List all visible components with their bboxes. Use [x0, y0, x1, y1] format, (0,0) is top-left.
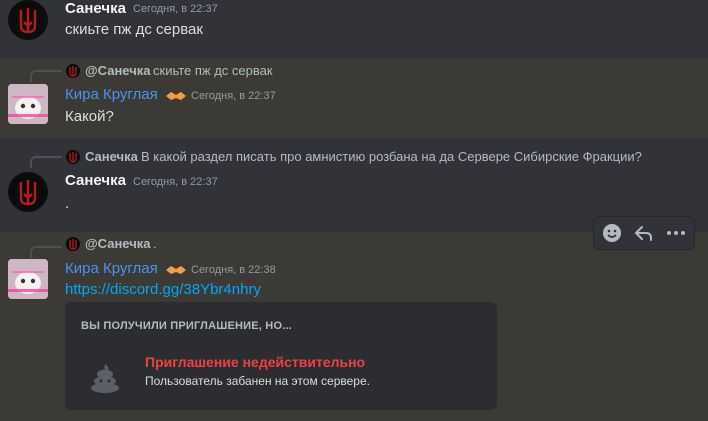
reply-author[interactable]: @Санечка — [85, 236, 151, 252]
timestamp: Сегодня, в 22:37 — [191, 90, 276, 102]
username[interactable]: Кира Круглая — [65, 260, 158, 278]
poop-icon — [91, 364, 119, 393]
username[interactable]: Кира Круглая — [65, 86, 158, 104]
reply-author[interactable]: Санечка — [85, 149, 138, 165]
reply-spine — [30, 246, 62, 258]
trident-icon — [69, 152, 77, 163]
reply-spine — [30, 70, 62, 82]
message-text: скиьте пж дс сервак — [65, 21, 203, 38]
handshake-icon[interactable] — [165, 263, 187, 277]
trident-icon — [19, 8, 37, 34]
reply-preview[interactable]: . — [153, 236, 157, 252]
trident-icon — [69, 66, 77, 77]
avatar-sanechka[interactable] — [8, 172, 48, 212]
invite-title: Приглашение недействительно — [145, 354, 366, 370]
cat-avatar-icon — [8, 84, 48, 124]
handshake-icon[interactable] — [165, 89, 187, 103]
username[interactable]: Санечка — [65, 0, 126, 18]
cat-avatar-icon — [8, 259, 48, 299]
reply-avatar — [66, 150, 80, 164]
timestamp: Сегодня, в 22:38 — [191, 264, 276, 276]
more-icon[interactable] — [664, 221, 688, 245]
avatar-sanechka[interactable] — [8, 0, 48, 40]
reply-avatar — [66, 64, 80, 78]
trident-icon — [19, 180, 37, 206]
timestamp: Сегодня, в 22:37 — [133, 3, 218, 15]
username[interactable]: Санечка — [65, 172, 126, 190]
trident-icon — [69, 239, 77, 250]
reply-preview[interactable]: скиьте пж дс сервак — [153, 63, 273, 79]
reply-icon[interactable] — [632, 221, 656, 245]
message-actions-toolbar — [593, 216, 695, 250]
avatar-kira[interactable] — [8, 259, 48, 299]
message-2: @Санечка скиьте пж дс сервак Кира Кругла… — [0, 58, 708, 138]
invite-link[interactable]: https://discord.gg/38Ybr4nhry — [65, 281, 261, 299]
invite-subtitle: Пользователь забанен на этом сервере. — [145, 374, 370, 388]
reply-avatar — [66, 237, 80, 251]
reply-spine — [30, 156, 62, 168]
avatar-kira[interactable] — [8, 84, 48, 124]
reply-preview[interactable]: В какой раздел писать про амнистию розба… — [141, 149, 642, 165]
message-text: Какой? — [65, 108, 114, 125]
message-1: Санечка Сегодня, в 22:37 скиьте пж дс се… — [0, 0, 708, 56]
reply-author[interactable]: @Санечка — [85, 63, 151, 79]
add-reaction-icon[interactable] — [600, 221, 624, 245]
invite-embed: ВЫ ПОЛУЧИЛИ ПРИГЛАШЕНИЕ, НО... Приглашен… — [65, 302, 497, 410]
invite-header: ВЫ ПОЛУЧИЛИ ПРИГЛАШЕНИЕ, НО... — [81, 320, 292, 332]
message-text: . — [65, 195, 70, 212]
timestamp: Сегодня, в 22:37 — [133, 176, 218, 188]
